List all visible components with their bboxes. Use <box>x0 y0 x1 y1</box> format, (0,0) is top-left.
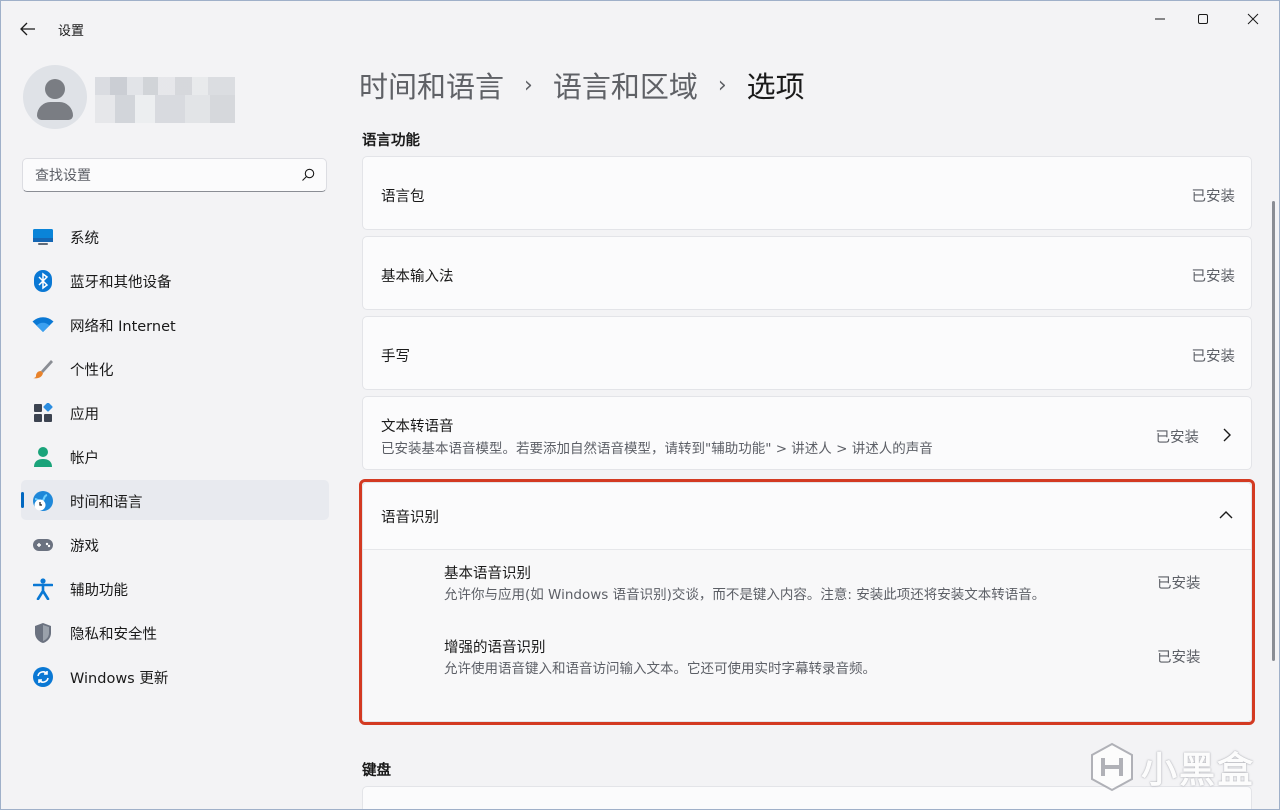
heybox-logo-icon <box>1091 742 1133 792</box>
search-icon[interactable] <box>301 168 315 182</box>
sidebar-item-privacy[interactable]: 隐私和安全性 <box>21 612 329 652</box>
shield-icon <box>32 622 54 644</box>
app-title: 设置 <box>58 24 85 39</box>
card-handwriting: 手写 已安装 <box>362 316 1252 390</box>
avatar <box>23 65 87 129</box>
account-icon <box>32 446 54 468</box>
user-profile[interactable] <box>23 65 323 135</box>
section-title-keyboard: 键盘 <box>362 763 391 779</box>
brush-icon <box>32 358 54 380</box>
sidebar-item-accessibility[interactable]: 辅助功能 <box>21 568 329 608</box>
status-badge: 已安装 <box>1191 269 1236 285</box>
accessibility-icon <box>32 578 54 600</box>
speech-recognition-body: 基本语音识别 允许你与应用(如 Windows 语音识别)交谈，而不是键入内容。… <box>363 550 1251 720</box>
search-input[interactable] <box>33 159 292 193</box>
status-badge: 已安装 <box>1155 430 1200 446</box>
chevron-up-icon[interactable] <box>1218 507 1234 523</box>
close-button[interactable] <box>1230 1 1276 37</box>
sidebar-item-time-language[interactable]: 时间和语言 <box>21 480 329 520</box>
watermark: 小黑盒 <box>1089 739 1255 795</box>
sidebar-item-network[interactable]: 网络和 Internet <box>21 304 329 344</box>
system-icon <box>32 226 54 248</box>
status-badge: 已安装 <box>1157 576 1201 592</box>
back-arrow-icon <box>20 22 35 36</box>
minimize-icon <box>1155 18 1165 20</box>
search-box[interactable] <box>22 158 327 193</box>
selection-indicator <box>21 492 24 508</box>
status-badge: 已安装 <box>1191 349 1236 365</box>
page-title: 选项 <box>746 70 805 104</box>
sidebar-item-system[interactable]: 系统 <box>21 216 329 256</box>
card-language-pack: 语言包 已安装 <box>362 156 1252 230</box>
bluetooth-icon <box>32 270 54 292</box>
profile-email-blurred <box>95 95 235 123</box>
section-title-language-features: 语言功能 <box>362 133 420 149</box>
sidebar-item-bluetooth[interactable]: 蓝牙和其他设备 <box>21 260 329 300</box>
wifi-icon <box>32 314 54 336</box>
speech-recognition-header[interactable]: 语音识别 <box>363 483 1251 550</box>
close-icon <box>1247 13 1259 25</box>
breadcrumb: 时间和语言 › 语言和区域 › 选项 <box>359 63 805 107</box>
sidebar-nav: 系统 蓝牙和其他设备 网络和 Internet 个性化 应用 帐户 时间和语言 … <box>21 216 329 700</box>
title-bar: 设置 <box>1 1 1279 51</box>
maximize-button[interactable] <box>1180 1 1226 37</box>
minimize-button[interactable] <box>1137 1 1183 37</box>
speech-recognition-expander: 语音识别 基本语音识别 允许你与应用(如 Windows 语音识别)交谈，而不是… <box>362 482 1252 722</box>
chevron-right-icon <box>1223 428 1231 442</box>
status-badge: 已安装 <box>1191 189 1236 205</box>
maximize-icon <box>1198 14 1208 24</box>
breadcrumb-time-language[interactable]: 时间和语言 <box>359 64 504 106</box>
sidebar-item-windows-update[interactable]: Windows 更新 <box>21 656 329 696</box>
breadcrumb-separator: › <box>717 72 727 98</box>
back-button[interactable] <box>13 15 43 43</box>
status-badge: 已安装 <box>1157 650 1201 666</box>
sidebar-item-accounts[interactable]: 帐户 <box>21 436 329 476</box>
apps-icon <box>32 402 54 424</box>
sidebar-item-apps[interactable]: 应用 <box>21 392 329 432</box>
card-basic-input: 基本输入法 已安装 <box>362 236 1252 310</box>
time-language-icon <box>32 490 54 512</box>
settings-window: 设置 系统 <box>0 0 1280 810</box>
gamepad-icon <box>32 534 54 556</box>
breadcrumb-separator: › <box>524 72 533 98</box>
watermark-text: 小黑盒 <box>1141 750 1256 791</box>
update-icon <box>32 666 54 688</box>
breadcrumb-language-region[interactable]: 语言和区域 <box>553 64 698 106</box>
sidebar-item-gaming[interactable]: 游戏 <box>21 524 329 564</box>
scrollbar[interactable] <box>1272 201 1275 661</box>
sidebar-item-personalization[interactable]: 个性化 <box>21 348 329 388</box>
card-text-to-speech[interactable]: 文本转语音 已安装基本语音模型。若要添加自然语音模型，请转到"辅助功能" > 讲… <box>362 396 1252 470</box>
